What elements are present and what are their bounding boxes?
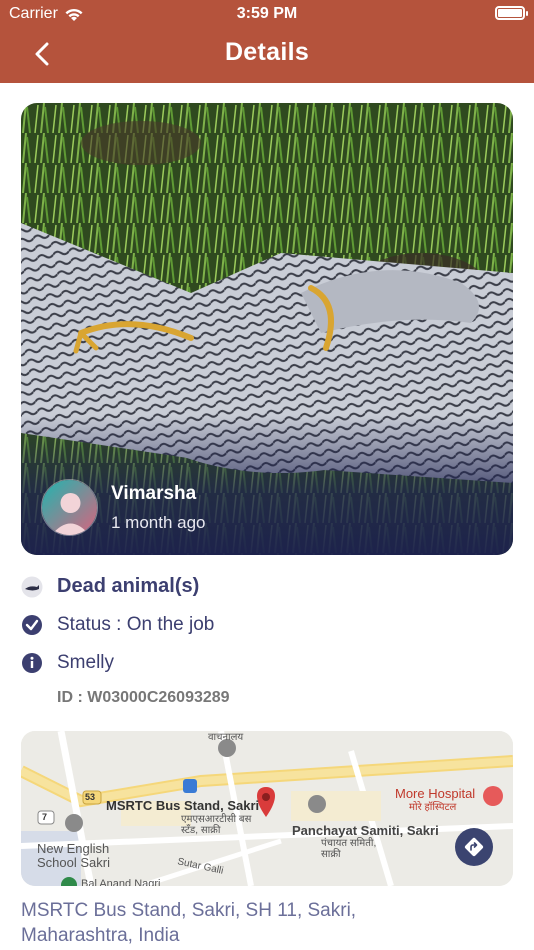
check-circle-icon [21,614,43,636]
map-label-bus-stand-local: एमएसआरटीसी बस स्टँड, साक्री [181,814,252,836]
category-row: Dead animal(s) [21,575,199,598]
status-bar: Carrier 3:59 PM [0,0,534,30]
avatar-image [42,480,97,535]
map-label-school-line2: School Sakri [37,855,110,870]
author-name: Vimarsha [111,483,197,504]
report-photo-card[interactable]: Vimarsha 1 month ago [21,103,513,555]
author-avatar [41,479,98,536]
map-label-library: वाचनालय [208,732,244,743]
status-label: Status : On the job [57,614,215,635]
map-label-bus-stand: MSRTC Bus Stand, Sakri [106,798,260,813]
dead-animal-icon [21,576,43,598]
map-label-hospital-local: मोरे हॉस्पिटल [409,802,457,813]
note-label: Smelly [57,652,115,673]
map-label-school-line1: New English [37,841,110,856]
report-id: ID : W03000C26093289 [57,689,230,706]
photo-gradient [21,415,513,555]
map-route-7: 7 [42,812,48,822]
directions-icon [464,837,484,857]
map-label-bottom: Bal Anand Nagri [81,878,161,886]
note-row: Smelly [21,652,114,674]
status-row: Status : On the job [21,614,214,636]
battery-icon [495,6,528,20]
location-map[interactable]: वाचनालय 53 7 MSRTC Bus Stand, Sakri एमएस… [21,731,513,886]
clock: 3:59 PM [236,5,298,22]
info-icon [21,652,43,674]
map-route-53: 53 [85,792,96,802]
map-label-panchayat-local: पंचायत समिती, साक्री [321,838,377,860]
category-label: Dead animal(s) [57,575,200,597]
page-title: Details [224,38,310,66]
post-time: 1 month ago [111,513,206,532]
top-bar: Carrier 3:59 PM Details [0,0,534,83]
map-label-panchayat: Panchayat Samiti, Sakri [292,823,439,838]
location-address: MSRTC Bus Stand, Sakri, SH 11, Sakri, Ma… [21,900,357,946]
directions-button[interactable] [455,828,493,866]
